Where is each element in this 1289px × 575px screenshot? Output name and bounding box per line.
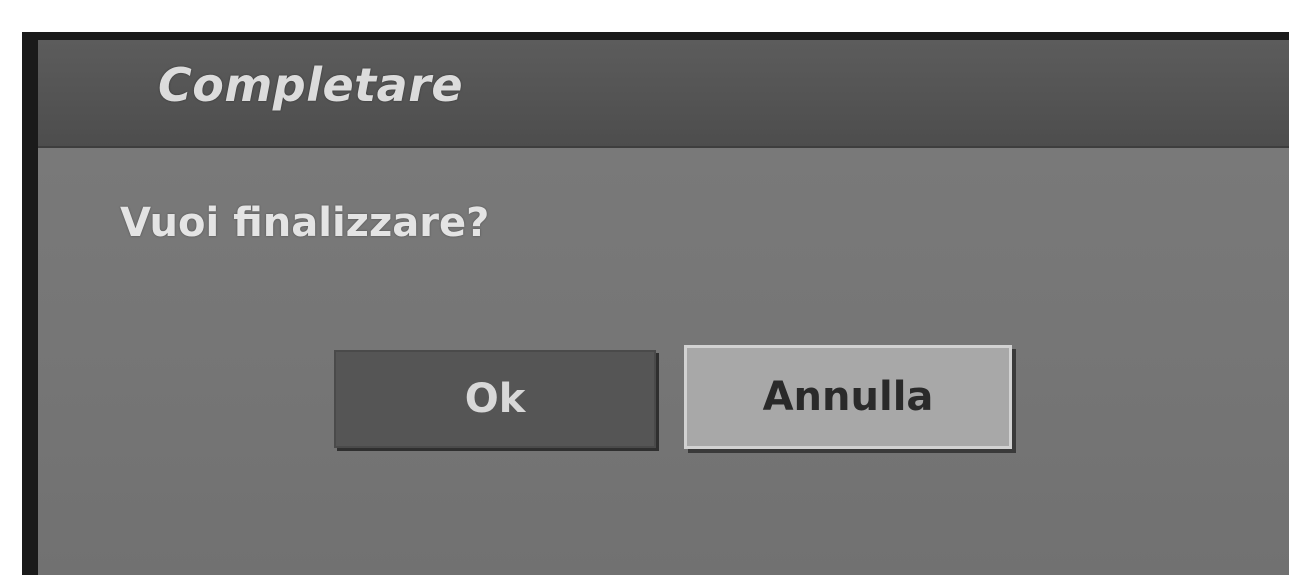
- dialog-title: Completare: [158, 58, 464, 112]
- cancel-button[interactable]: Annulla: [684, 345, 1012, 449]
- dialog-title-bar: Completare: [38, 40, 1289, 148]
- ok-button[interactable]: Ok: [334, 350, 656, 448]
- finalize-dialog: Completare Vuoi finalizzare? Ok Annulla: [38, 40, 1289, 575]
- dialog-message: Vuoi finalizzare?: [120, 200, 490, 246]
- dialog-frame: Completare Vuoi finalizzare? Ok Annulla: [22, 32, 1289, 575]
